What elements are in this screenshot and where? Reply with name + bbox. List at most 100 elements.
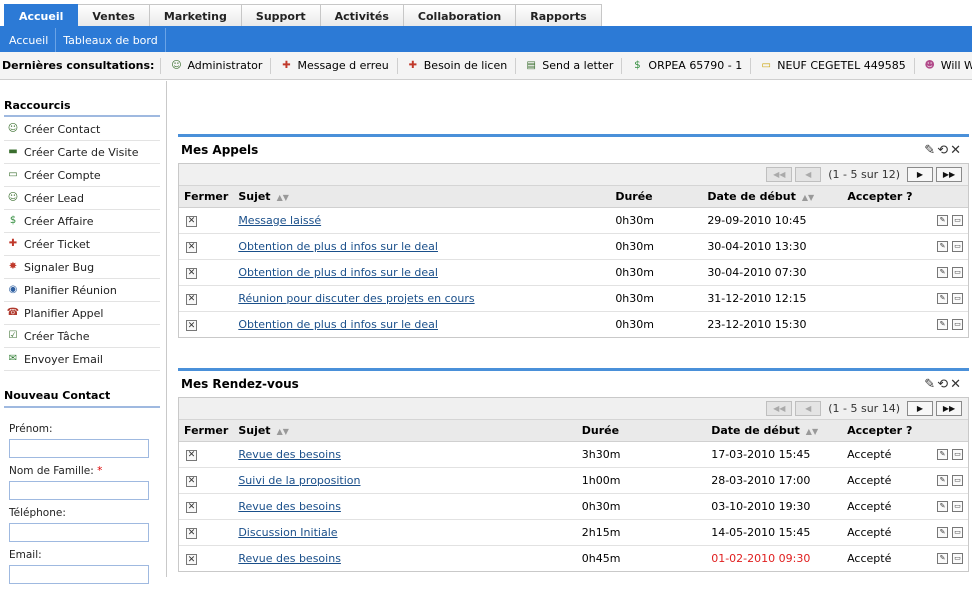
row-actions: ✎ ▭ — [927, 292, 963, 304]
edit-icon[interactable]: ✎ — [937, 500, 948, 512]
close-activity-icon[interactable]: ✕ — [186, 241, 197, 253]
tab-1[interactable]: Ventes — [78, 4, 150, 28]
subject-link[interactable]: Revue des besoins — [238, 552, 341, 565]
accept-cell — [842, 311, 922, 337]
close-activity-icon[interactable]: ✕ — [186, 501, 197, 513]
sort-icon[interactable]: ▲▼ — [277, 193, 289, 202]
close-activity-icon[interactable]: ✕ — [186, 449, 197, 461]
close-activity-icon[interactable]: ✕ — [186, 475, 197, 487]
edit-icon[interactable]: ✎ — [924, 143, 935, 158]
edit-icon[interactable]: ✎ — [937, 292, 948, 304]
view-icon[interactable]: ▭ — [952, 448, 963, 460]
email-input[interactable] — [9, 565, 149, 584]
refresh-icon[interactable]: ⟲ — [937, 143, 948, 158]
close-activity-icon[interactable]: ✕ — [186, 320, 197, 331]
recent-item[interactable]: ▤ Send a letter — [515, 57, 621, 74]
duration-cell: 3h30m — [576, 441, 707, 468]
shortcut-item[interactable]: ▭ Créer Compte — [4, 164, 160, 187]
edit-icon[interactable]: ✎ — [924, 377, 935, 392]
subject-link[interactable]: Obtention de plus d infos sur le deal — [238, 318, 438, 331]
edit-icon[interactable]: ✎ — [937, 526, 948, 538]
view-icon[interactable]: ▭ — [952, 292, 963, 304]
sort-icon[interactable]: ▲▼ — [802, 193, 814, 202]
subnav-item-0[interactable]: Accueil — [2, 28, 57, 52]
col-start[interactable]: Date de début ▲▼ — [702, 186, 843, 208]
recent-item[interactable]: ✚ Message d erreu — [270, 57, 396, 74]
view-icon[interactable]: ▭ — [952, 552, 963, 564]
close-activity-icon[interactable]: ✕ — [186, 293, 197, 305]
subject-link[interactable]: Suivi de la proposition — [238, 474, 360, 487]
last-name-input[interactable] — [9, 481, 149, 500]
subnav-item-1[interactable]: Tableaux de bord — [56, 28, 166, 52]
refresh-icon[interactable]: ⟲ — [937, 377, 948, 392]
edit-icon[interactable]: ✎ — [937, 552, 948, 564]
first-name-input[interactable] — [9, 439, 149, 458]
subject-link[interactable]: Revue des besoins — [238, 448, 341, 461]
prev-page-button[interactable]: ◀ — [795, 401, 822, 416]
edit-icon[interactable]: ✎ — [937, 266, 948, 278]
recent-item[interactable]: ☻ Will Westin — [913, 57, 972, 74]
subject-link[interactable]: Revue des besoins — [238, 500, 341, 513]
shortcut-item[interactable]: ☺ Créer Lead — [4, 187, 160, 210]
shortcut-item[interactable]: ✉ Envoyer Email — [4, 348, 160, 371]
shortcut-item[interactable]: ▬ Créer Carte de Visite — [4, 141, 160, 164]
shortcut-item[interactable]: ☺ Créer Contact — [4, 118, 160, 141]
shortcut-item[interactable]: ◉ Planifier Réunion — [4, 279, 160, 302]
subject-link[interactable]: Obtention de plus d infos sur le deal — [238, 240, 438, 253]
subject-link[interactable]: Discussion Initiale — [238, 526, 337, 539]
view-icon[interactable]: ▭ — [952, 474, 963, 486]
edit-icon[interactable]: ✎ — [937, 448, 948, 460]
col-start[interactable]: Date de début ▲▼ — [706, 420, 843, 442]
tab-2[interactable]: Marketing — [149, 4, 242, 28]
view-icon[interactable]: ▭ — [952, 526, 963, 538]
view-icon[interactable]: ▭ — [952, 318, 963, 330]
shortcut-item[interactable]: ✚ Créer Ticket — [4, 233, 160, 256]
edit-icon[interactable]: ✎ — [937, 318, 948, 330]
view-icon[interactable]: ▭ — [952, 214, 963, 226]
tab-0[interactable]: Accueil — [4, 4, 79, 28]
prev-page-button[interactable]: ◀ — [795, 167, 822, 182]
sort-icon[interactable]: ▲▼ — [806, 427, 818, 436]
row-actions-cell: ✎ ▭ — [922, 259, 968, 286]
subject-link[interactable]: Réunion pour discuter des projets en cou… — [238, 292, 474, 305]
close-activity-icon[interactable]: ✕ — [186, 554, 197, 565]
recent-item[interactable]: ▭ NEUF CEGETEL 449585 — [750, 57, 913, 74]
recent-item[interactable]: ✚ Besoin de licen — [396, 57, 515, 74]
col-subject[interactable]: Sujet ▲▼ — [233, 420, 577, 442]
tab-4[interactable]: Activités — [320, 4, 404, 28]
duration-cell: 0h30m — [610, 285, 703, 312]
tab-5[interactable]: Collaboration — [403, 4, 517, 28]
phone-input[interactable] — [9, 523, 149, 542]
next-page-button[interactable]: ▶ — [907, 401, 933, 416]
view-icon[interactable]: ▭ — [952, 240, 963, 252]
close-icon[interactable]: ✕ — [950, 143, 961, 158]
first-page-button[interactable]: ◀◀ — [766, 167, 793, 182]
close-activity-icon[interactable]: ✕ — [186, 215, 197, 227]
close-icon[interactable]: ✕ — [950, 377, 961, 392]
close-activity-icon[interactable]: ✕ — [186, 267, 197, 279]
recent-item[interactable]: $ ORPEA 65790 - 1 — [621, 57, 750, 74]
shortcut-item[interactable]: ☎ Planifier Appel — [4, 302, 160, 325]
view-icon[interactable]: ▭ — [952, 500, 963, 512]
shortcut-item[interactable]: ✸ Signaler Bug — [4, 256, 160, 279]
shortcut-item[interactable]: ☑ Créer Tâche — [4, 325, 160, 348]
sort-icon[interactable]: ▲▼ — [277, 427, 289, 436]
meetings-table: Fermer Sujet ▲▼ Durée Date de début ▲▼ Acc… — [179, 420, 968, 571]
edit-icon[interactable]: ✎ — [937, 474, 948, 486]
subject-link[interactable]: Message laissé — [238, 214, 321, 227]
recent-item[interactable]: ☺ Administrator — [160, 57, 270, 74]
start-date-cell: 23-12-2010 15:30 — [707, 317, 807, 331]
last-page-button[interactable]: ▶▶ — [936, 401, 962, 416]
first-page-button[interactable]: ◀◀ — [766, 401, 793, 416]
col-subject[interactable]: Sujet ▲▼ — [233, 186, 611, 208]
edit-icon[interactable]: ✎ — [937, 240, 948, 252]
tab-6[interactable]: Rapports — [516, 4, 602, 28]
last-page-button[interactable]: ▶▶ — [936, 167, 962, 182]
view-icon[interactable]: ▭ — [952, 266, 963, 278]
close-activity-icon[interactable]: ✕ — [186, 527, 197, 539]
tab-3[interactable]: Support — [241, 4, 321, 28]
edit-icon[interactable]: ✎ — [937, 214, 948, 226]
next-page-button[interactable]: ▶ — [907, 167, 933, 182]
subject-link[interactable]: Obtention de plus d infos sur le deal — [238, 266, 438, 279]
shortcut-item[interactable]: $ Créer Affaire — [4, 210, 160, 233]
